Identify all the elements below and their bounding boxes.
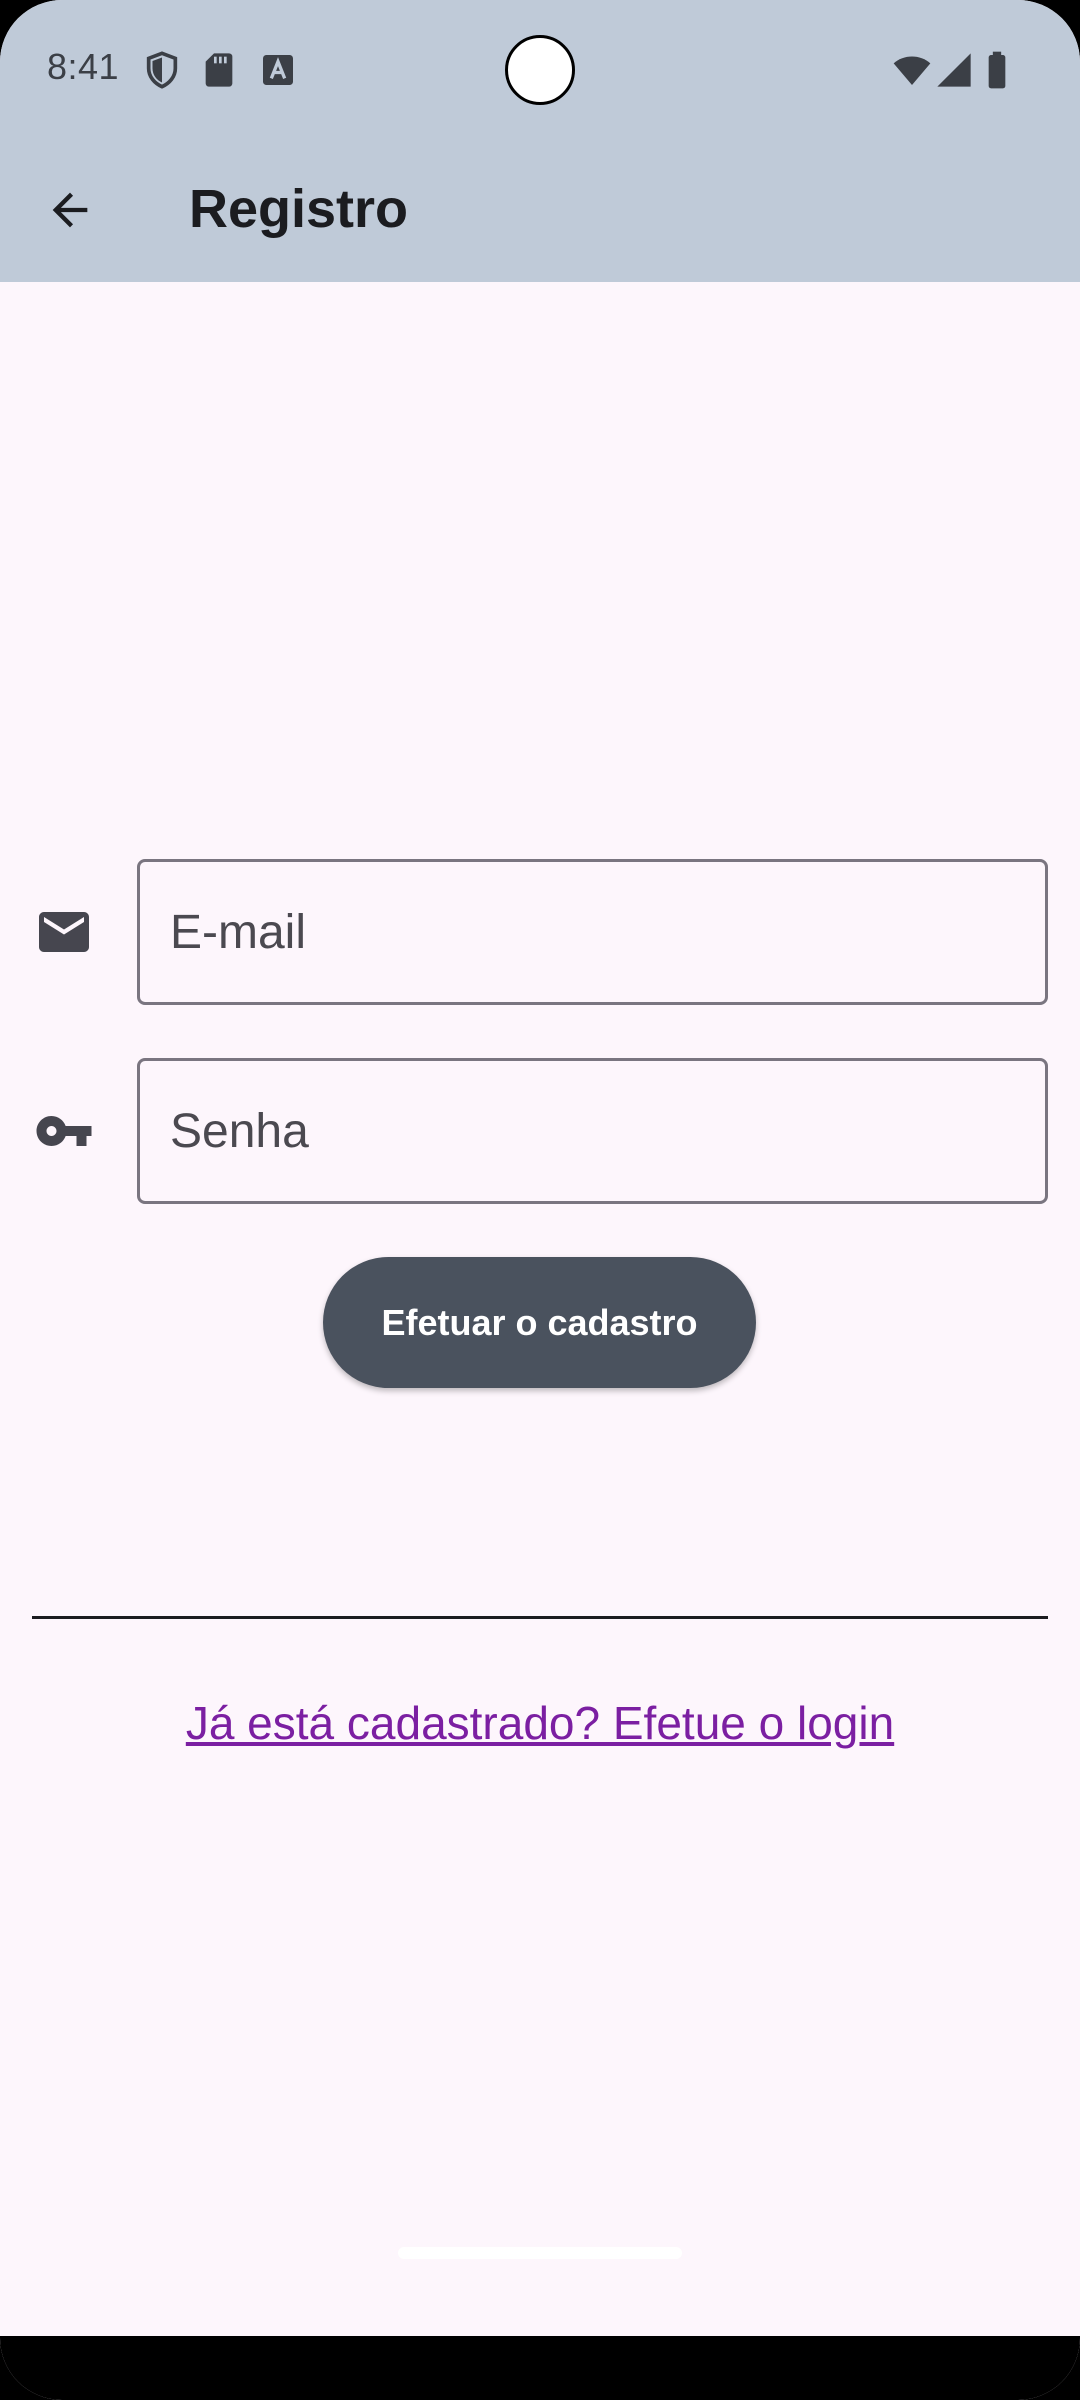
sd-card-icon	[205, 53, 233, 87]
top-area: 8:41 Registro	[0, 0, 1080, 282]
cellular-icon	[937, 53, 971, 87]
email-icon	[32, 900, 96, 964]
email-field[interactable]	[137, 859, 1048, 1005]
camera-cutout	[505, 35, 575, 105]
system-nav-bar	[0, 2336, 1080, 2400]
divider	[32, 1616, 1048, 1619]
shield-icon	[146, 51, 178, 89]
text-icon	[263, 55, 293, 85]
key-icon	[32, 1099, 96, 1163]
email-row	[0, 859, 1080, 1005]
app-bar: Registro	[0, 136, 1080, 282]
page-title: Registro	[189, 179, 409, 239]
status-bar: 8:41	[0, 0, 1080, 136]
wifi-icon	[893, 56, 931, 85]
home-indicator[interactable]	[398, 2247, 682, 2259]
register-button[interactable]: Efetuar o cadastro	[323, 1257, 756, 1388]
password-row	[0, 1058, 1080, 1204]
password-field[interactable]	[137, 1058, 1048, 1204]
back-button[interactable]	[34, 174, 106, 246]
arrow-back-icon	[52, 192, 88, 228]
battery-icon	[988, 51, 1006, 89]
login-link[interactable]: Já está cadastrado? Efetue o login	[0, 1696, 1080, 1750]
phone-screen: 8:41 Registro E-mail Efetuar o cadastro …	[0, 0, 1080, 2400]
status-time: 8:41	[47, 46, 120, 87]
